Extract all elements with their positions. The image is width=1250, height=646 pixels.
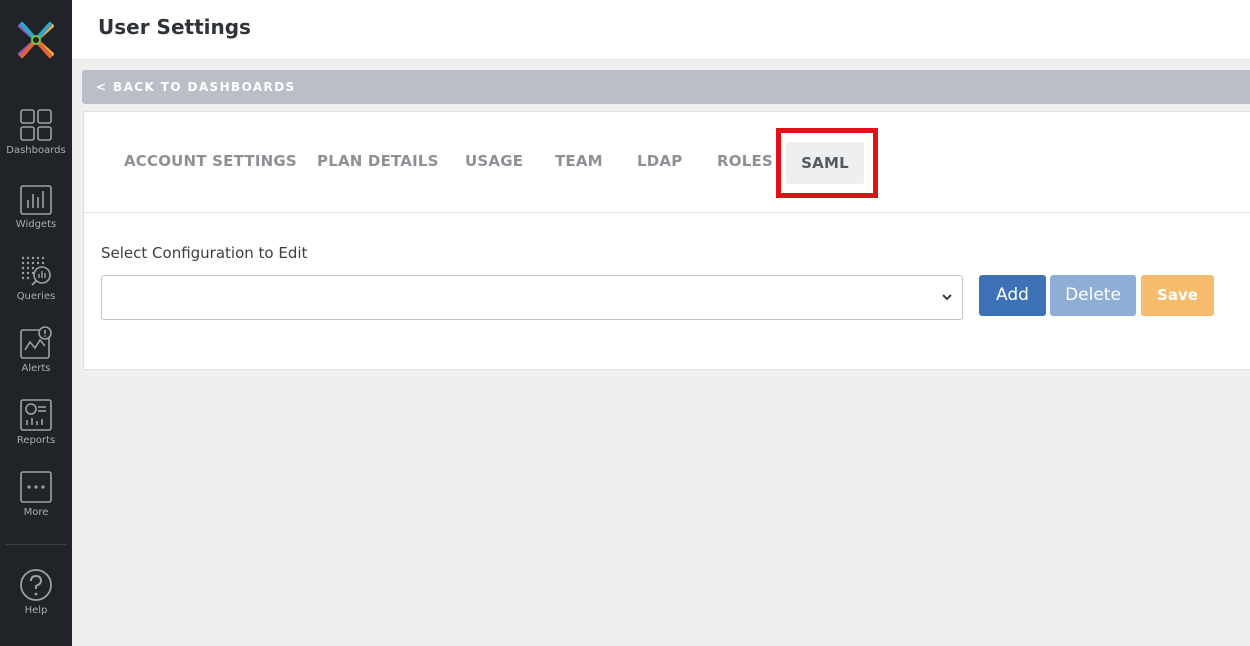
tab-saml[interactable]: SAML <box>786 142 864 184</box>
alerts-icon <box>20 326 52 359</box>
tab-ldap[interactable]: LDAP <box>637 152 682 170</box>
configuration-label: Select Configuration to Edit <box>101 244 308 262</box>
save-button[interactable]: Save <box>1141 275 1214 316</box>
sidebar-item-alerts[interactable]: Alerts <box>0 326 72 390</box>
sidebar-item-queries[interactable]: Queries <box>0 254 72 318</box>
sidebar-item-reports[interactable]: Reports <box>0 398 72 462</box>
sidebar-item-more[interactable]: More <box>0 470 72 534</box>
tab-account-settings[interactable]: ACCOUNT SETTINGS <box>124 152 297 170</box>
back-bar: < BACK TO DASHBOARDS <box>82 70 1250 104</box>
topbar: User Settings <box>72 0 1250 60</box>
page-title: User Settings <box>98 15 251 39</box>
tab-plan-details[interactable]: PLAN DETAILS <box>317 152 439 170</box>
delete-button[interactable]: Delete <box>1050 275 1136 316</box>
sidebar-item-label: Dashboards <box>6 145 66 156</box>
queries-icon <box>21 256 51 286</box>
tab-usage[interactable]: USAGE <box>465 152 523 170</box>
reports-icon <box>20 399 52 431</box>
settings-panel: ACCOUNT SETTINGS PLAN DETAILS USAGE TEAM… <box>83 111 1250 370</box>
sidebar-item-label: More <box>23 507 49 518</box>
widgets-icon <box>20 185 52 215</box>
back-to-dashboards-link[interactable]: < BACK TO DASHBOARDS <box>96 80 296 94</box>
settings-tabs: ACCOUNT SETTINGS PLAN DETAILS USAGE TEAM… <box>84 112 1250 213</box>
sidebar-item-help[interactable]: Help <box>0 568 72 632</box>
sidebar-item-widgets[interactable]: Widgets <box>0 184 72 248</box>
tab-roles[interactable]: ROLES <box>717 152 773 170</box>
sidebar: Dashboards Widgets Queries Alerts Report… <box>0 0 72 646</box>
add-button[interactable]: Add <box>979 275 1046 316</box>
sidebar-divider <box>6 544 66 545</box>
help-icon <box>20 569 52 601</box>
dashboards-icon <box>20 109 52 141</box>
sidebar-item-label: Queries <box>16 291 56 302</box>
logo-icon[interactable] <box>16 20 56 60</box>
chevron-down-icon <box>942 294 952 301</box>
tab-team[interactable]: TEAM <box>555 152 603 170</box>
sidebar-item-label: Help <box>24 605 48 616</box>
sidebar-item-label: Reports <box>16 435 56 446</box>
sidebar-item-label: Widgets <box>15 219 57 230</box>
more-icon <box>20 471 52 503</box>
configuration-select[interactable] <box>101 275 963 320</box>
sidebar-item-dashboards[interactable]: Dashboards <box>0 108 72 172</box>
sidebar-item-label: Alerts <box>21 363 51 374</box>
